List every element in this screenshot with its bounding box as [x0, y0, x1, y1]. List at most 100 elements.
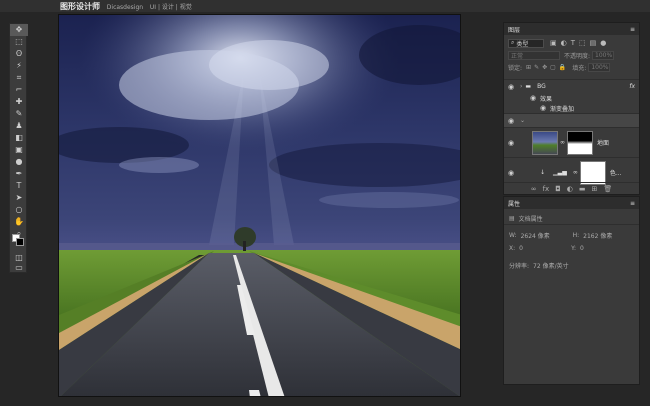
- position-row: X: 0 Y: 0: [504, 242, 639, 255]
- layer-effects-row[interactable]: ◉ 效果: [504, 93, 639, 103]
- properties-panel-header: 属性 ≡: [504, 197, 639, 209]
- eyedropper-icon[interactable]: ⌐: [10, 84, 28, 96]
- link-icon[interactable]: ∞: [560, 139, 565, 146]
- panel-menu-icon[interactable]: ≡: [630, 200, 635, 207]
- filter-type-icon[interactable]: T: [571, 39, 575, 47]
- filter-toggle-icon[interactable]: ●: [600, 39, 606, 47]
- y-value[interactable]: 0: [580, 245, 584, 252]
- layer-mask-thumbnail[interactable]: [579, 160, 606, 185]
- dodge-icon[interactable]: ●: [10, 156, 28, 168]
- layers-panel: 图层 ≡ ⌕ 类型 ▣ ◐ T ⬚ ▤ ● 正常 不透明度: 100% 锁定: …: [503, 22, 640, 195]
- height-label: H:: [572, 232, 580, 239]
- magic-wand-icon[interactable]: ⚡: [10, 60, 28, 72]
- path-select-icon[interactable]: ➤: [10, 192, 28, 204]
- layers-panel-header: 图层 ≡: [504, 23, 639, 35]
- tools-panel: ✥⬚ʘ⚡⌗⌐✚✎♟◧▣●✒T➤○✋⌕⋯ ◫ ▭: [9, 23, 28, 274]
- gradient-icon[interactable]: ▣: [10, 144, 28, 156]
- chevron-down-icon[interactable]: ⌄: [520, 117, 525, 124]
- size-row: W: 2624 像素 H: 2162 像素: [504, 229, 639, 242]
- layer-row-group[interactable]: ◉ ⌄: [504, 113, 639, 127]
- background-color-swatch[interactable]: [16, 238, 24, 246]
- add-mask-icon[interactable]: ◘: [555, 185, 561, 193]
- new-group-icon[interactable]: ▬: [579, 185, 586, 193]
- lock-brush-icon[interactable]: ✎: [534, 64, 539, 71]
- fx-icon[interactable]: fx: [629, 83, 635, 90]
- chevron-right-icon[interactable]: ›: [520, 83, 522, 90]
- lock-label: 锁定:: [508, 64, 523, 72]
- fill-value: 100%: [591, 63, 609, 71]
- link-icon[interactable]: ∞: [573, 169, 578, 176]
- filter-adjustment-icon[interactable]: ◐: [561, 39, 567, 47]
- hand-icon[interactable]: ✋: [10, 216, 28, 228]
- type-icon[interactable]: T: [10, 180, 28, 192]
- doc-properties-row: ▤ 文档属性: [504, 212, 639, 225]
- document-canvas[interactable]: [58, 14, 461, 397]
- brush-icon[interactable]: ✎: [10, 108, 28, 120]
- fill-label: 填充:: [572, 64, 587, 72]
- search-icon: ⌕: [511, 39, 515, 46]
- layer-row-bg[interactable]: ◉ › ▬ BG fx: [504, 79, 639, 93]
- layer-row-ground[interactable]: ◉ ∞ 地面: [504, 127, 639, 157]
- eye-icon[interactable]: ◉: [536, 104, 550, 112]
- x-value[interactable]: 0: [519, 245, 567, 252]
- opacity-value: 100%: [595, 51, 613, 59]
- crop-icon[interactable]: ⌗: [10, 72, 28, 84]
- eye-icon[interactable]: ◉: [526, 94, 540, 102]
- layer-filter-value: 类型: [516, 40, 529, 48]
- pen-icon[interactable]: ✒: [10, 168, 28, 180]
- filter-shape-icon[interactable]: ⬚: [579, 39, 586, 47]
- opacity-field[interactable]: 100%: [592, 50, 615, 60]
- y-label: Y:: [571, 245, 577, 252]
- blend-mode-value: 正常: [511, 52, 524, 60]
- screen-mode-icon[interactable]: ▭: [10, 262, 28, 274]
- width-value[interactable]: 2624 像素: [521, 231, 569, 240]
- folder-icon: ▬: [525, 83, 532, 90]
- top-bar: 图形设计师 Dicasdesign UI | 设计 | 视觉: [0, 0, 650, 12]
- doc-properties-label: 文档属性: [518, 215, 543, 223]
- layer-mask-thumbnail[interactable]: [567, 130, 593, 155]
- resolution-value[interactable]: 72 像素/英寸: [533, 261, 569, 270]
- trash-icon[interactable]: 🗑: [603, 185, 612, 193]
- blend-mode-select[interactable]: 正常: [508, 50, 560, 60]
- blend-row: 正常 不透明度: 100%: [504, 49, 639, 61]
- layer-name: 地面: [597, 140, 610, 147]
- filter-smart-icon[interactable]: ▤: [590, 39, 597, 47]
- layers-footer: ∞ fx ◘ ◐ ▬ ⊞ 🗑: [504, 182, 639, 194]
- link-layers-icon[interactable]: ∞: [531, 185, 537, 193]
- resolution-label: 分辨率:: [509, 263, 530, 270]
- layer-effect-gradient-row[interactable]: ◉ 渐变叠加: [504, 103, 639, 113]
- marquee-icon[interactable]: ⬚: [10, 36, 28, 48]
- eye-icon[interactable]: ◉: [504, 83, 518, 91]
- panel-menu-icon[interactable]: ≡: [630, 26, 635, 33]
- lock-move-icon[interactable]: ✥: [542, 64, 547, 71]
- ellipse-icon[interactable]: ○: [10, 204, 28, 216]
- adjustment-icon[interactable]: ◐: [567, 185, 573, 193]
- healing-brush-icon[interactable]: ✚: [10, 96, 28, 108]
- fx-icon[interactable]: fx: [543, 185, 550, 193]
- eye-icon[interactable]: ◉: [504, 169, 518, 177]
- eraser-icon[interactable]: ◧: [10, 132, 28, 144]
- layers-panel-title: 图层: [508, 26, 521, 34]
- fill-field[interactable]: 100%: [588, 62, 611, 72]
- eye-icon[interactable]: ◉: [504, 117, 518, 125]
- move-icon[interactable]: ✥: [10, 24, 28, 36]
- lock-all-icon[interactable]: 🔒: [559, 64, 566, 71]
- brand-logo: 图形设计师 Dicasdesign UI | 设计 | 视觉: [60, 1, 192, 12]
- layer-name: BG: [537, 83, 546, 90]
- new-layer-icon[interactable]: ⊞: [591, 185, 597, 193]
- height-value[interactable]: 2162 像素: [583, 231, 612, 240]
- lock-pixels-icon[interactable]: ⊞: [526, 64, 531, 71]
- brand-subtitle: Dicasdesign: [106, 4, 144, 11]
- clip-arrow-icon: ↓: [540, 169, 546, 176]
- stamp-icon[interactable]: ♟: [10, 120, 28, 132]
- eye-icon[interactable]: ◉: [504, 139, 518, 147]
- lock-artboard-icon[interactable]: ▢: [550, 64, 556, 71]
- filter-pixel-icon[interactable]: ▣: [550, 39, 557, 47]
- landscape-image: [59, 15, 460, 396]
- layer-filter-select[interactable]: ⌕ 类型: [508, 38, 544, 48]
- lasso-icon[interactable]: ʘ: [10, 48, 28, 60]
- layer-filter-row: ⌕ 类型 ▣ ◐ T ⬚ ▤ ●: [504, 37, 639, 49]
- brand-title: 图形设计师: [60, 2, 100, 11]
- document-icon: ▤: [509, 214, 515, 222]
- brand-tags: UI | 设计 | 视觉: [149, 4, 192, 11]
